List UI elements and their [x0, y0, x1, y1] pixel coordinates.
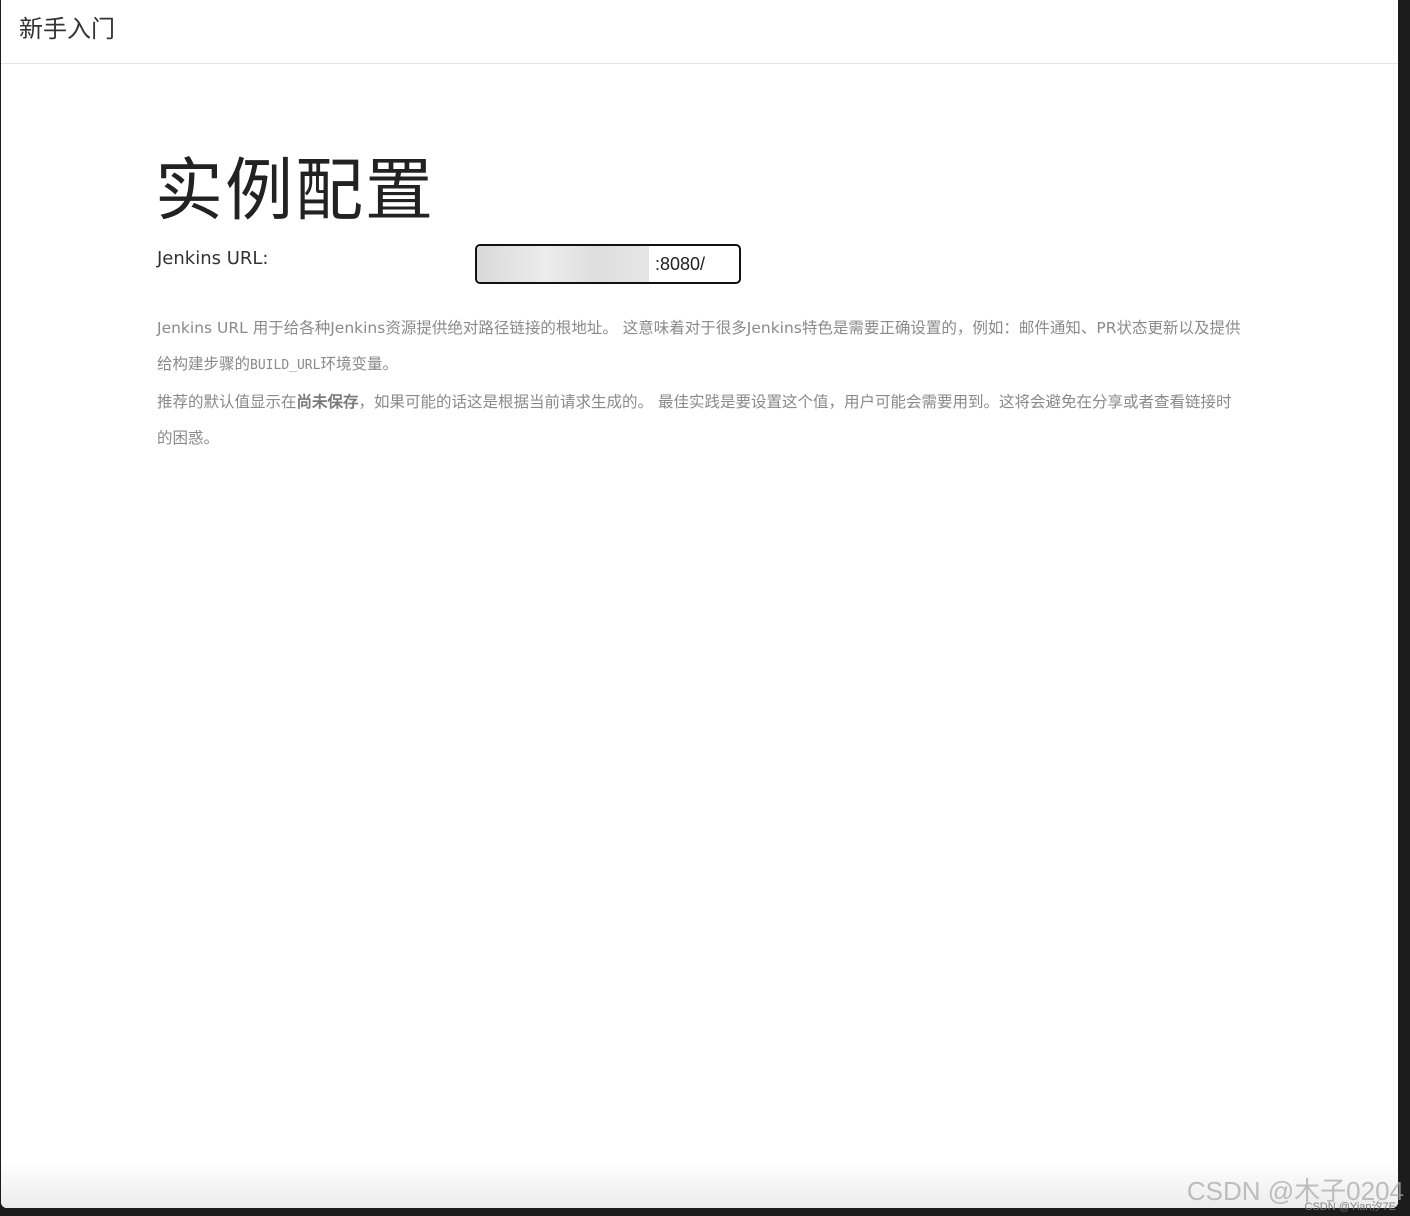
help-text: 推荐的默认值显示在 — [157, 393, 297, 411]
page-title: 实例配置 — [155, 152, 436, 231]
not-saved-emphasis: 尚未保存 — [296, 393, 359, 411]
jenkins-url-input[interactable]: :8080/ — [475, 244, 741, 284]
instance-config-panel: 实例配置 Jenkins URL: :8080/ Jenkins URL 用于给… — [155, 148, 1241, 456]
header-title: 新手入门 — [19, 15, 115, 43]
help-text: 环境变量。 — [320, 355, 398, 373]
jenkins-url-value: :8080/ — [654, 254, 705, 274]
jenkins-url-label: Jenkins URL: — [157, 248, 269, 269]
build-url-code: BUILD_URL — [250, 358, 321, 373]
csdn-watermark-small: CSDN @Yian汐7E — [1304, 1201, 1396, 1213]
setup-wizard-window: 新手入门 实例配置 Jenkins URL: :8080/ Jenkins UR… — [1, 0, 1398, 1208]
jenkins-url-help: Jenkins URL 用于给各种Jenkins资源提供绝对路径链接的根地址。 … — [157, 310, 1241, 456]
redacted-host-region — [477, 246, 649, 282]
jenkins-url-row: Jenkins URL: :8080/ — [155, 244, 1239, 292]
wizard-header: 新手入门 — [1, 0, 1398, 64]
help-paragraph-2: 推荐的默认值显示在尚未保存，如果可能的话这是根据当前请求生成的。 最佳实践是要设… — [157, 384, 1241, 456]
help-paragraph-1: Jenkins URL 用于给各种Jenkins资源提供绝对路径链接的根地址。 … — [157, 310, 1241, 384]
